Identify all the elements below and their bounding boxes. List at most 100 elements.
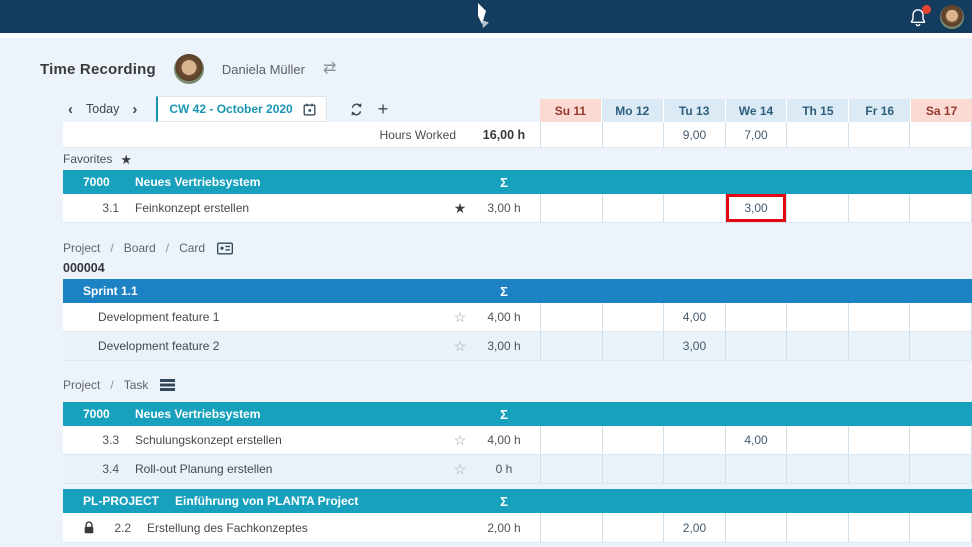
previous-week-button[interactable]: ‹	[68, 102, 73, 117]
task-row: 3.1 Feinkonzept erstellen ★ 3,00 h 3,00	[63, 194, 972, 223]
calendar-icon[interactable]	[302, 102, 317, 117]
day-cell[interactable]	[602, 332, 664, 360]
day-cell[interactable]	[663, 455, 725, 483]
task-row: Development feature 1 ☆ 4,00 h 4,00	[63, 303, 972, 332]
day-header-we: We 14	[726, 99, 788, 122]
next-week-button[interactable]: ›	[132, 102, 137, 117]
timesheet-section-pl-project: PL-PROJECT Einführung von PLANTA Project…	[0, 489, 972, 543]
day-total-cell	[848, 122, 910, 147]
timesheet-section-favorites: 7000 Neues Vertriebsystem Σ 3.1 Feinkonz…	[0, 170, 972, 223]
topbar-avatar[interactable]	[940, 5, 964, 29]
day-cell[interactable]	[725, 455, 787, 483]
day-cell[interactable]	[540, 303, 602, 331]
day-cell[interactable]	[725, 303, 787, 331]
lock-icon	[83, 521, 95, 534]
day-cell[interactable]	[725, 513, 787, 542]
day-cell[interactable]	[786, 332, 848, 360]
breadcrumb-item[interactable]: Task	[124, 378, 149, 392]
task-name: Development feature 1	[98, 310, 452, 324]
day-cell[interactable]	[909, 426, 972, 454]
day-cell[interactable]	[786, 194, 848, 222]
favorite-star-icon[interactable]: ★	[452, 201, 468, 215]
breadcrumb-item[interactable]: Card	[179, 241, 205, 255]
sprint-header-row[interactable]: Sprint 1.1 Σ	[63, 279, 972, 303]
add-entry-button[interactable]: +	[378, 100, 389, 118]
favorite-star-icon[interactable]: ☆	[452, 310, 468, 324]
day-cell[interactable]: 3,00	[663, 332, 725, 360]
day-cell[interactable]	[786, 455, 848, 483]
task-hours: 0 h	[468, 462, 540, 476]
top-app-bar	[0, 0, 972, 33]
day-cell[interactable]	[848, 194, 910, 222]
favorite-star-icon[interactable]: ☆	[452, 339, 468, 353]
board-id: 000004	[0, 257, 972, 279]
hours-worked-label: Hours Worked	[380, 128, 456, 142]
project-code: PL-PROJECT	[83, 494, 159, 508]
day-total-cell	[786, 122, 848, 147]
today-button[interactable]: Today	[86, 102, 119, 116]
favorite-star-icon[interactable]: ☆	[452, 462, 468, 476]
week-navigation-band: ‹ Today › CW 42 - October 2020	[0, 96, 972, 122]
day-cell[interactable]	[602, 426, 664, 454]
project-header-row[interactable]: 7000 Neues Vertriebsystem Σ	[63, 402, 972, 426]
notification-bell-icon[interactable]	[908, 5, 930, 29]
day-cell[interactable]	[848, 455, 910, 483]
day-total-cell: 9,00	[663, 122, 725, 147]
week-toolbar: ‹ Today › CW 42 - October 2020	[0, 96, 540, 122]
breadcrumb-separator: /	[110, 378, 113, 392]
day-cell[interactable]	[602, 194, 664, 222]
project-header-row[interactable]: 7000 Neues Vertriebsystem Σ	[63, 170, 972, 194]
task-hours: 3,00 h	[468, 201, 540, 215]
day-cell[interactable]	[602, 513, 664, 542]
day-cell[interactable]	[909, 303, 972, 331]
day-cell[interactable]	[848, 426, 910, 454]
refresh-icon[interactable]	[348, 101, 365, 118]
day-cell[interactable]	[540, 426, 602, 454]
day-cell[interactable]: 2,00	[663, 513, 725, 542]
day-cell[interactable]: 4,00	[725, 426, 787, 454]
breadcrumb-item[interactable]: Project	[63, 241, 100, 255]
day-header-tu: Tu 13	[664, 99, 726, 122]
day-cell[interactable]	[540, 332, 602, 360]
day-cell[interactable]	[725, 332, 787, 360]
page-header: Time Recording Daniela Müller ⇄	[0, 38, 972, 96]
timesheet-section-tasks: 7000 Neues Vertriebsystem Σ 3.3 Schulung…	[0, 402, 972, 484]
day-cell[interactable]	[540, 513, 602, 542]
project-header-row[interactable]: PL-PROJECT Einführung von PLANTA Project…	[63, 489, 972, 513]
mouse-cursor-icon	[472, 3, 492, 35]
day-cell[interactable]	[602, 303, 664, 331]
selected-day-cell[interactable]: 3,00	[725, 194, 787, 222]
breadcrumb: Project / Task	[0, 376, 972, 394]
day-cell[interactable]	[909, 455, 972, 483]
day-cell[interactable]	[602, 455, 664, 483]
day-cell[interactable]	[848, 513, 910, 542]
day-cell[interactable]	[540, 194, 602, 222]
favorites-star-icon: ★	[120, 153, 132, 166]
day-cell[interactable]	[786, 513, 848, 542]
breadcrumb-item[interactable]: Board	[124, 241, 156, 255]
day-total-cell	[540, 122, 602, 147]
day-cell[interactable]	[909, 513, 972, 542]
day-cell[interactable]	[848, 332, 910, 360]
user-name: Daniela Müller	[222, 62, 305, 77]
sum-symbol: Σ	[468, 284, 540, 299]
task-hours: 4,00 h	[468, 310, 540, 324]
day-cell[interactable]	[909, 194, 972, 222]
sum-symbol: Σ	[468, 407, 540, 422]
day-cell[interactable]	[786, 303, 848, 331]
day-cell[interactable]	[663, 194, 725, 222]
favorite-star-icon[interactable]: ☆	[452, 433, 468, 447]
day-cell[interactable]	[786, 426, 848, 454]
day-cell[interactable]	[848, 303, 910, 331]
day-cell[interactable]	[909, 332, 972, 360]
favorites-section-label: Favorites ★	[0, 148, 972, 170]
breadcrumb-item[interactable]: Project	[63, 378, 100, 392]
day-cell[interactable]	[663, 426, 725, 454]
period-selector[interactable]: CW 42 - October 2020	[156, 96, 326, 122]
switch-user-icon[interactable]: ⇄	[323, 61, 336, 77]
day-cell[interactable]: 4,00	[663, 303, 725, 331]
task-code: 3.1	[83, 201, 119, 215]
task-hours: 3,00 h	[468, 339, 540, 353]
task-code: 3.3	[83, 433, 119, 447]
day-cell[interactable]	[540, 455, 602, 483]
